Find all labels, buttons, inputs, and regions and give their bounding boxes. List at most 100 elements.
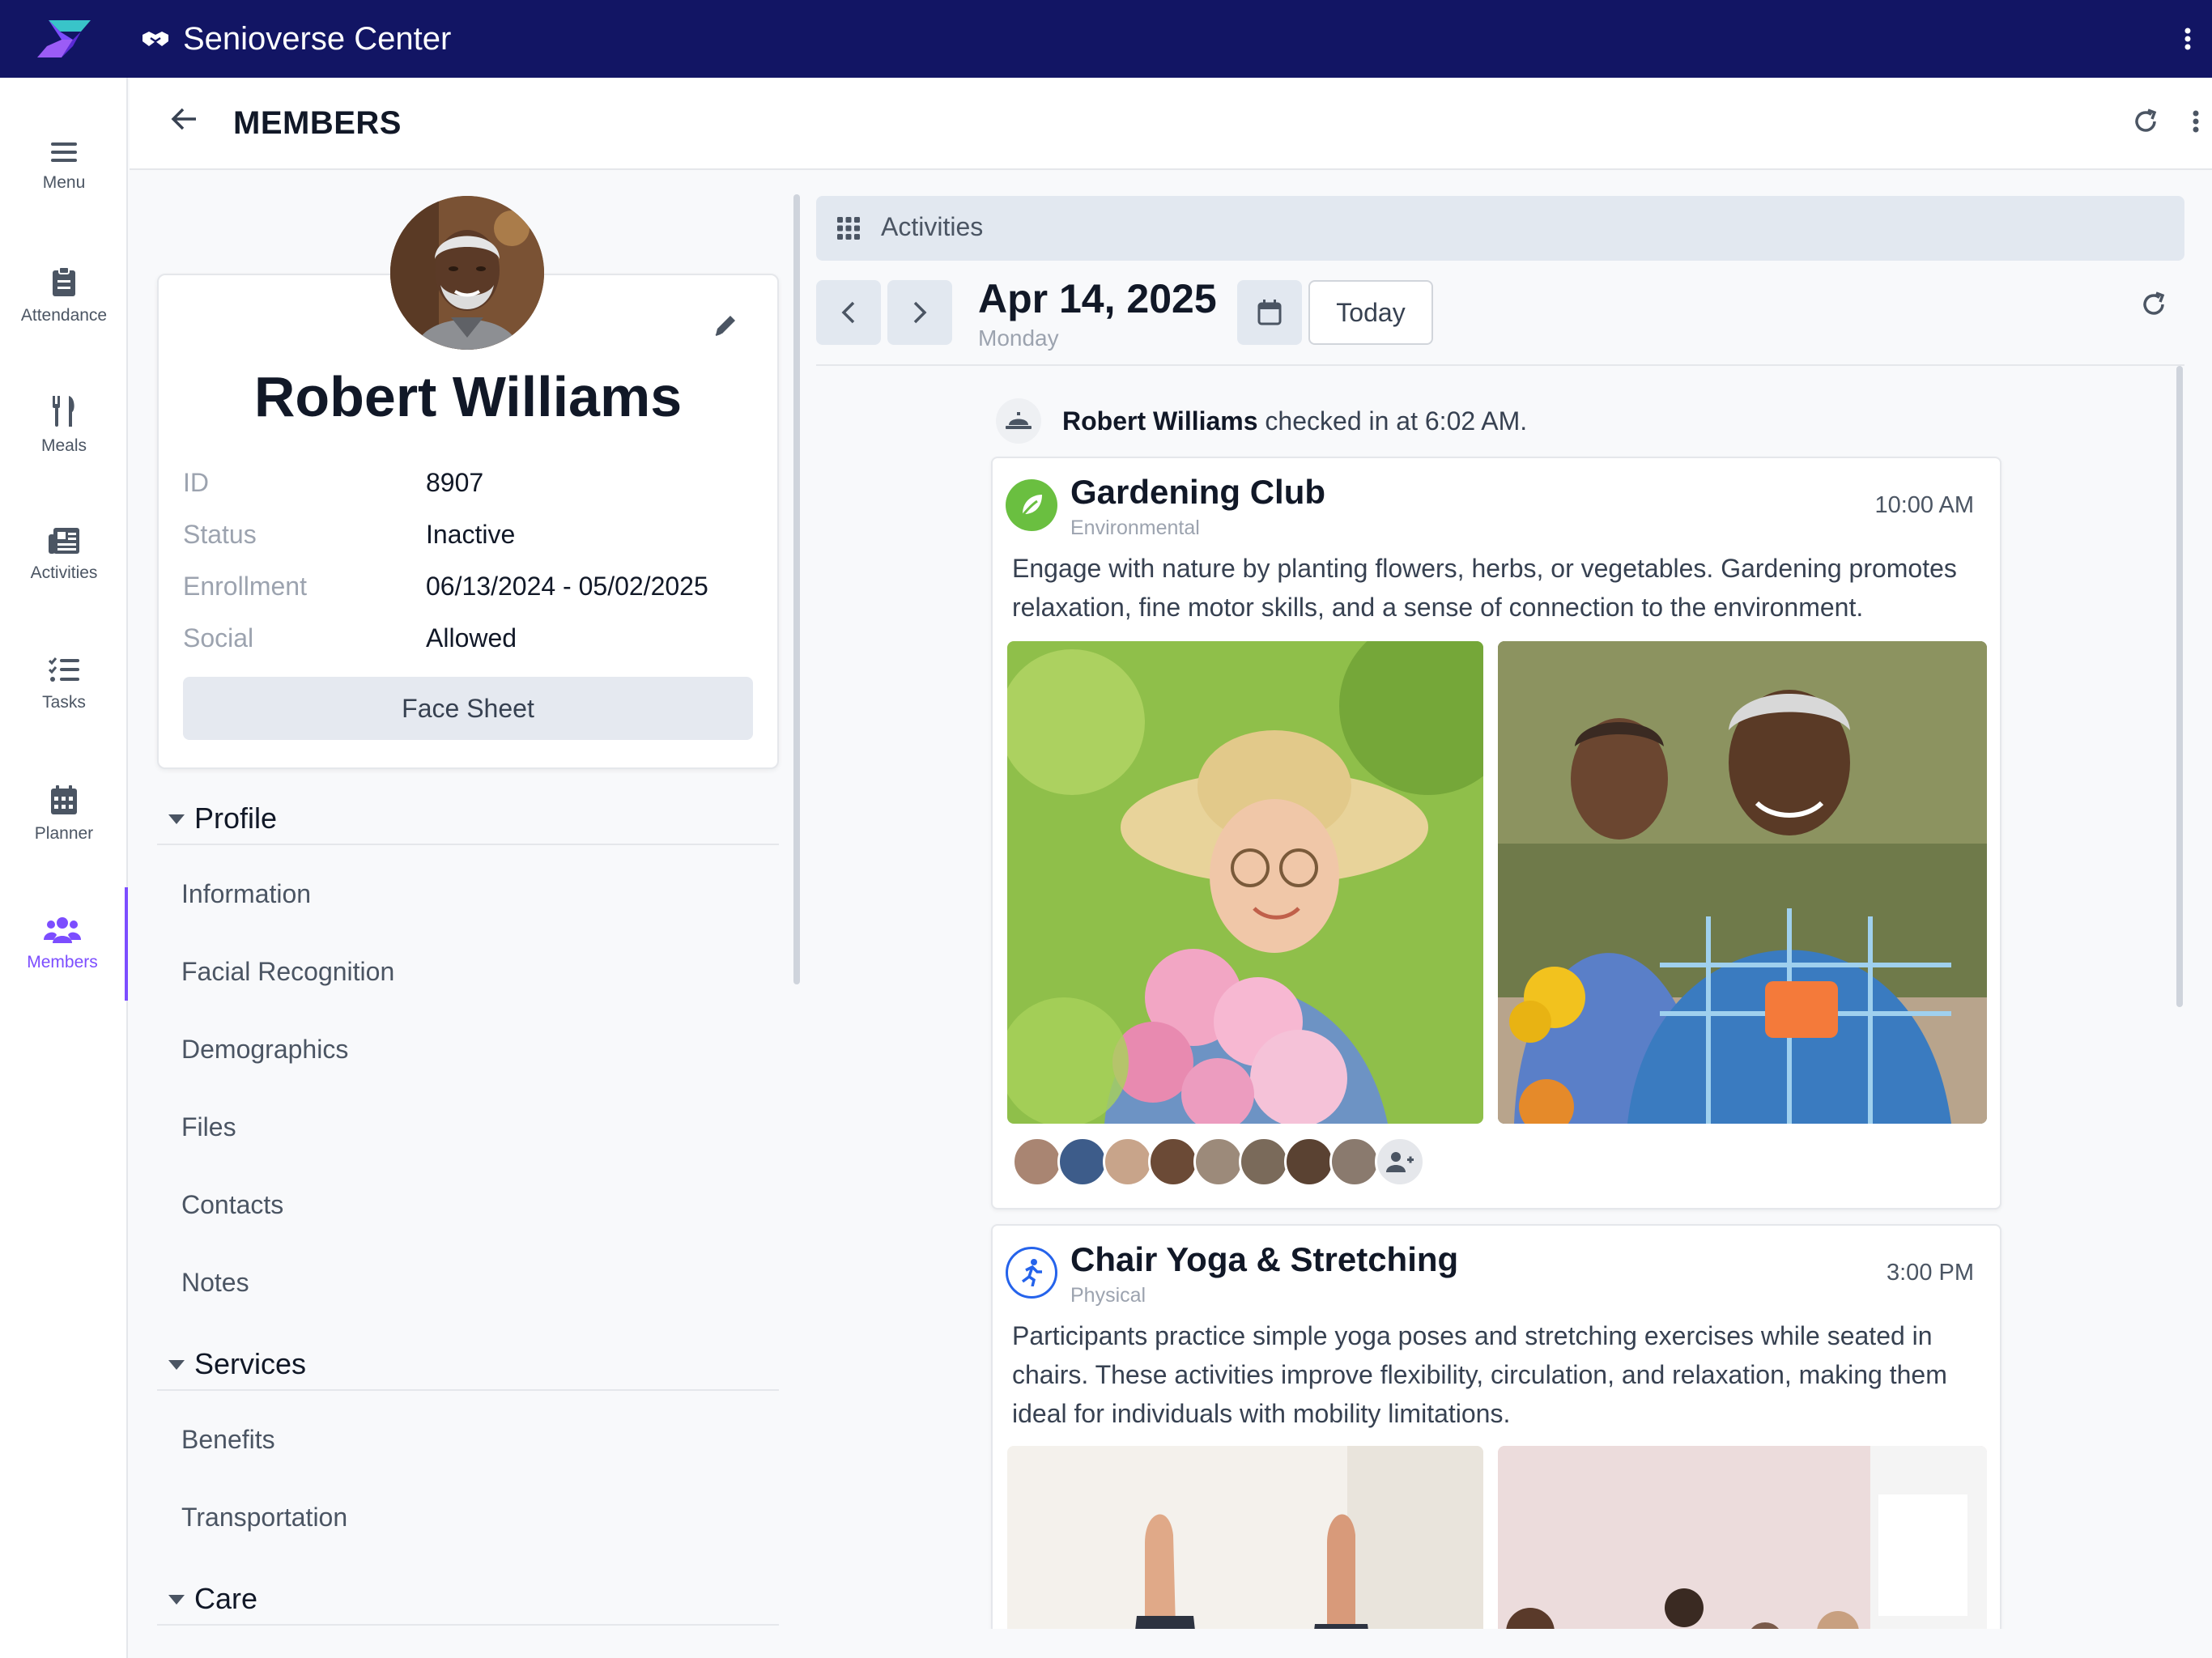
nav-link-facial-recognition[interactable]: Facial Recognition	[181, 957, 394, 987]
rail-item-activities[interactable]: Activities	[0, 499, 128, 612]
nav-link-files[interactable]: Files	[181, 1112, 236, 1142]
rail-item-members[interactable]: Members	[0, 887, 128, 1001]
nav-link-notes[interactable]: Notes	[181, 1268, 249, 1298]
activity-card[interactable]: Gardening Club Environmental 10:00 AM En…	[991, 457, 2001, 1209]
checkin-member-name: Robert Williams	[1062, 406, 1258, 436]
caret-down-icon	[168, 814, 185, 824]
section-title: Profile	[194, 801, 278, 835]
back-arrow-icon[interactable]	[170, 107, 198, 131]
attendee-avatar[interactable]	[1103, 1137, 1153, 1187]
nav-link-benefits[interactable]: Benefits	[181, 1425, 275, 1455]
info-row-enrollment: Enrollment 06/13/2024 - 05/02/2025	[183, 572, 766, 612]
face-sheet-button[interactable]: Face Sheet	[183, 677, 753, 740]
nav-link-contacts[interactable]: Contacts	[181, 1190, 283, 1220]
running-icon	[1006, 1247, 1057, 1299]
chevron-right-icon	[912, 300, 927, 325]
page-header: MEMBERS	[130, 78, 2212, 170]
rail-label: Tasks	[42, 693, 86, 712]
caret-down-icon	[168, 1360, 185, 1370]
logo-icon	[37, 20, 91, 57]
rail-item-menu[interactable]: Menu	[0, 110, 128, 223]
feed-scrollbar[interactable]	[2176, 366, 2183, 1007]
rail-label: Attendance	[20, 306, 108, 325]
section-care-header[interactable]: Care	[157, 1577, 779, 1626]
clipboard-icon	[53, 267, 75, 296]
activity-title: Chair Yoga & Stretching	[1070, 1240, 1459, 1278]
next-day-button[interactable]	[887, 280, 952, 345]
concierge-bell-icon	[996, 398, 1041, 444]
activity-time: 3:00 PM	[1887, 1260, 1974, 1286]
activity-photo[interactable]	[1007, 1446, 1483, 1629]
checkin-notice: Robert Williams checked in at 6:02 AM.	[996, 398, 1967, 444]
nav-link-information[interactable]: Information	[181, 879, 311, 909]
rail-item-planner[interactable]: Planner	[0, 758, 128, 871]
attendee-avatar[interactable]	[1329, 1137, 1380, 1187]
chevron-left-icon	[841, 300, 856, 325]
senioverse-logo[interactable]	[0, 0, 128, 78]
nav-link-demographics[interactable]: Demographics	[181, 1035, 348, 1065]
activity-card[interactable]: Chair Yoga & Stretching Physical 3:00 PM…	[991, 1224, 2001, 1629]
calendar-icon	[1257, 300, 1282, 325]
activity-description: Participants practice simple yoga poses …	[1012, 1321, 1947, 1428]
rail-item-tasks[interactable]: Tasks	[0, 628, 128, 742]
more-vertical-icon[interactable]	[2183, 21, 2193, 57]
info-row-status: Status Inactive	[183, 520, 766, 560]
previous-day-button[interactable]	[816, 280, 881, 345]
nav-link-transportation[interactable]: Transportation	[181, 1503, 347, 1533]
newspaper-icon	[49, 528, 79, 554]
info-value: Allowed	[426, 623, 517, 653]
checkin-message: checked in at 6:02 AM.	[1265, 406, 1528, 436]
selected-weekday: Monday	[978, 325, 1059, 351]
today-button[interactable]: Today	[1308, 280, 1433, 345]
caret-down-icon	[168, 1595, 185, 1605]
info-value: 06/13/2024 - 05/02/2025	[426, 572, 708, 601]
section-services-header[interactable]: Services	[157, 1342, 779, 1391]
info-value: Inactive	[426, 520, 516, 549]
rail-item-meals[interactable]: Meals	[0, 369, 128, 483]
rail-label: Meals	[40, 436, 87, 455]
activity-description: Engage with nature by planting flowers, …	[1012, 554, 1957, 622]
info-key: Status	[183, 520, 257, 549]
attendee-avatar[interactable]	[1057, 1137, 1108, 1187]
attendee-avatar[interactable]	[1284, 1137, 1334, 1187]
rail-item-attendance[interactable]: Attendance	[0, 240, 128, 353]
more-vertical-icon[interactable]	[2191, 108, 2201, 138]
apps-grid-icon	[837, 217, 860, 240]
section-title: Services	[194, 1347, 307, 1380]
rail-label: Planner	[34, 824, 94, 843]
section-title: Care	[194, 1582, 258, 1615]
activities-header-title: Activities	[881, 212, 984, 241]
activity-category: Environmental	[1070, 517, 1200, 539]
activity-photo[interactable]	[1498, 641, 1987, 1124]
edit-pencil-icon[interactable]	[713, 312, 738, 338]
app-topbar: Senioverse Center	[0, 0, 2212, 78]
rail-label: Members	[27, 953, 98, 971]
activity-photo[interactable]	[1007, 641, 1483, 1124]
checkin-text: Robert Williams checked in at 6:02 AM.	[1062, 406, 1527, 436]
hamburger-icon	[51, 141, 77, 164]
add-attendee-button[interactable]	[1375, 1137, 1425, 1187]
info-key: Enrollment	[183, 572, 307, 601]
refresh-icon[interactable]	[2133, 108, 2159, 134]
refresh-icon[interactable]	[2141, 291, 2167, 317]
section-profile-header[interactable]: Profile	[157, 797, 779, 845]
calendar-icon	[51, 785, 77, 814]
attendee-avatar[interactable]	[1239, 1137, 1289, 1187]
attendee-avatar[interactable]	[1193, 1137, 1244, 1187]
utensils-icon	[51, 396, 77, 427]
activity-photo[interactable]	[1498, 1446, 1987, 1629]
page-title: MEMBERS	[233, 105, 402, 141]
leaf-icon	[1006, 479, 1057, 531]
users-icon	[44, 916, 81, 943]
user-plus-icon	[1386, 1151, 1414, 1172]
attendee-avatar[interactable]	[1012, 1137, 1062, 1187]
calendar-picker-button[interactable]	[1237, 280, 1302, 345]
info-key: ID	[183, 468, 209, 497]
rail-label: Activities	[30, 563, 98, 582]
left-scrollbar[interactable]	[793, 194, 800, 984]
selected-date: Apr 14, 2025	[978, 276, 1217, 321]
activity-title: Gardening Club	[1070, 473, 1325, 511]
attendee-avatar[interactable]	[1148, 1137, 1198, 1187]
activities-header: Activities	[816, 196, 2184, 261]
activity-category: Physical	[1070, 1284, 1146, 1307]
